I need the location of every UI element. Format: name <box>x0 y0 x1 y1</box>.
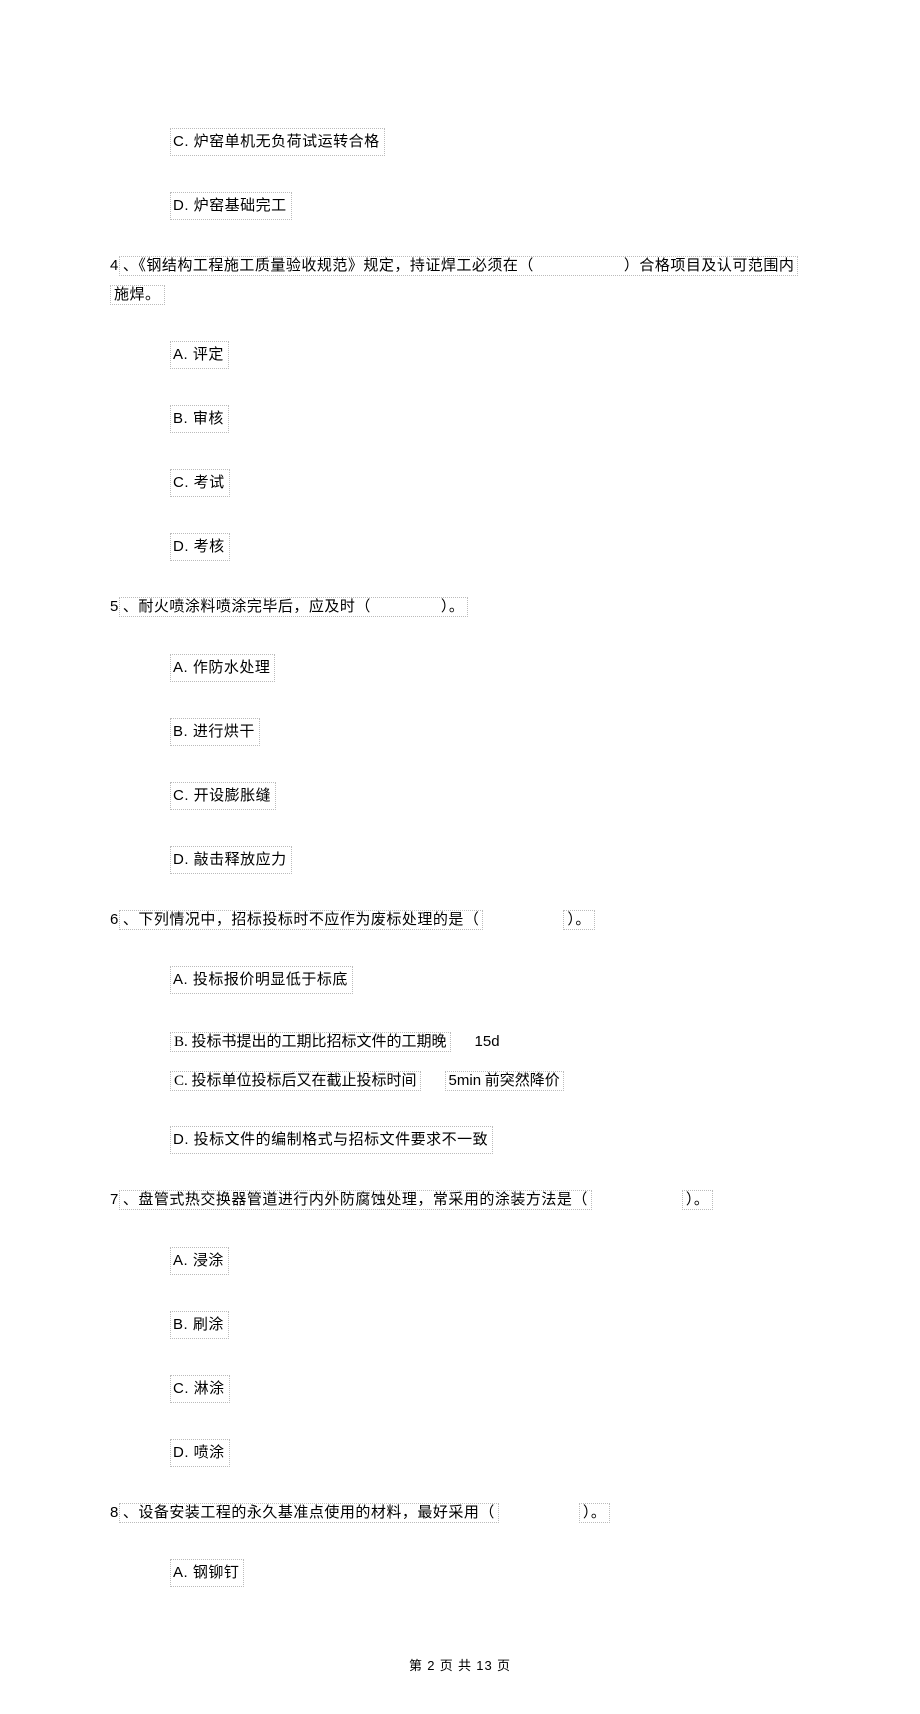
q5-option-c: C. 开设膨胀缝 <box>170 782 276 810</box>
question-stem: 、盘管式热交换器管道进行内外防腐蚀处理，常采用的涂装方法是（）。 <box>119 1192 714 1208</box>
q3-option-d: D. 炉窑基础完工 <box>170 192 292 220</box>
q4-option-b: B. 审核 <box>170 405 229 433</box>
question-stem: 、耐火喷涂料喷涂完毕后，应及时（）。 <box>119 597 469 617</box>
q4-option-c: C. 考试 <box>170 469 230 497</box>
q4-option-d: D. 考核 <box>170 533 230 561</box>
option-letter: C. <box>173 133 194 150</box>
q7-option-b: B. 刷涂 <box>170 1311 229 1339</box>
q7-option-a: A. 浸涂 <box>170 1247 229 1275</box>
question-5: 5、耐火喷涂料喷涂完毕后，应及时（）。 <box>110 593 810 622</box>
q6-option-b: B. 投标书提出的工期比招标文件的工期晚15d <box>170 1030 810 1051</box>
page-current: 2 <box>427 1658 435 1673</box>
option-letter: D. <box>173 197 194 214</box>
question-number: 8 <box>110 1504 119 1521</box>
question-6: 6、下列情况中，招标投标时不应作为废标处理的是（）。 <box>110 906 810 935</box>
q8-option-a: A. 钢铆钉 <box>170 1559 244 1587</box>
q6-option-c: C. 投标单位投标后又在截止投标时间5min 前突然降价 <box>170 1069 810 1090</box>
q6-option-d: D. 投标文件的编制格式与招标文件要求不一致 <box>170 1126 493 1154</box>
question-stem-line1: 、《钢结构工程施工质量验收规范》规定，持证焊工必须在（）合格项目及认可范围内 <box>119 256 799 276</box>
question-7: 7、盘管式热交换器管道进行内外防腐蚀处理，常采用的涂装方法是（）。 <box>110 1186 810 1215</box>
q5-option-b: B. 进行烘干 <box>170 718 260 746</box>
page-total: 13 <box>476 1658 492 1673</box>
question-number: 5 <box>110 598 119 615</box>
question-8: 8、设备安装工程的永久基准点使用的材料，最好采用（）。 <box>110 1499 810 1528</box>
q7-option-d: D. 喷涂 <box>170 1439 230 1467</box>
question-stem: 、下列情况中，招标投标时不应作为废标处理的是（）。 <box>119 912 595 928</box>
question-number: 7 <box>110 1191 119 1208</box>
q6-option-a: A. 投标报价明显低于标底 <box>170 966 353 994</box>
option-text: 炉窑单机无负荷试运转合格 <box>194 134 380 150</box>
q5-option-a: A. 作防水处理 <box>170 654 275 682</box>
q5-option-d: D. 敲击释放应力 <box>170 846 292 874</box>
question-stem: 、设备安装工程的永久基准点使用的材料，最好采用（）。 <box>119 1505 611 1521</box>
q4-option-a: A. 评定 <box>170 341 229 369</box>
q7-option-c: C. 淋涂 <box>170 1375 230 1403</box>
page-footer: 第 2 页 共 13 页 <box>110 1655 810 1674</box>
question-4: 4、《钢结构工程施工质量验收规范》规定，持证焊工必须在（）合格项目及认可范围内 … <box>110 252 810 309</box>
question-stem-line2: 施焊。 <box>110 285 165 305</box>
q3-option-c: C. 炉窑单机无负荷试运转合格 <box>170 128 385 156</box>
option-text: 炉窑基础完工 <box>194 198 287 214</box>
document-page: C. 炉窑单机无负荷试运转合格 D. 炉窑基础完工 4、《钢结构工程施工质量验收… <box>0 0 920 1714</box>
question-number: 6 <box>110 911 119 928</box>
question-number: 4 <box>110 257 119 274</box>
